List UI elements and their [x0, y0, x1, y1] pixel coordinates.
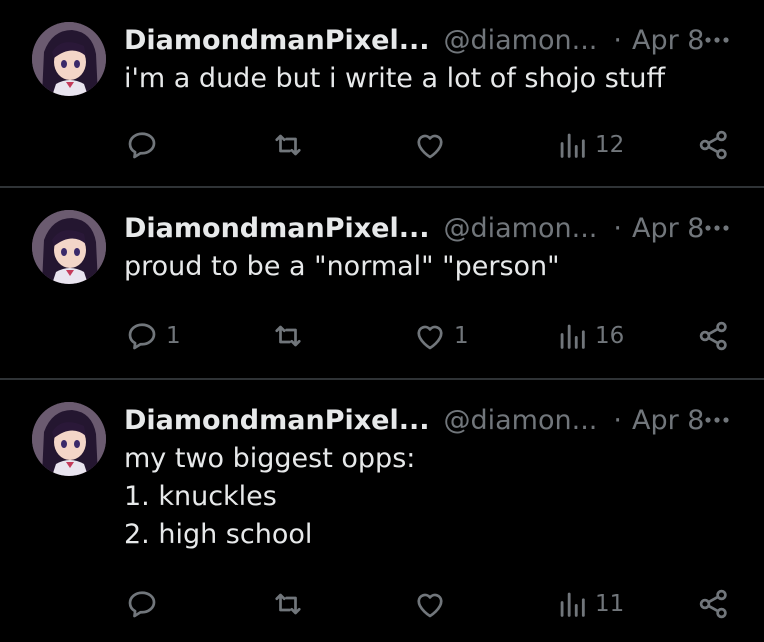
reply-icon: [124, 127, 160, 163]
reply-button[interactable]: [124, 125, 166, 165]
like-button[interactable]: [412, 584, 454, 624]
avatar[interactable]: [32, 22, 106, 96]
author-handle[interactable]: @diamon...: [444, 405, 598, 436]
separator-dot: ·: [613, 24, 622, 56]
share-icon: [696, 127, 732, 163]
share-button[interactable]: [696, 316, 732, 356]
reply-count: 1: [166, 323, 181, 349]
tweet-actions: 12: [0, 125, 764, 165]
tweet-actions: 1 1 16: [0, 316, 764, 356]
reply-icon: [124, 586, 160, 622]
views-button[interactable]: 16: [555, 316, 624, 356]
heart-icon: [412, 318, 448, 354]
tweet[interactable]: DiamondmanPixel... @diamon... · Apr 8 pr…: [0, 188, 764, 378]
separator-dot: ·: [613, 212, 622, 244]
retweet-icon: [270, 586, 306, 622]
views-chart-icon: [555, 318, 589, 354]
retweet-button[interactable]: [270, 316, 312, 356]
retweet-button[interactable]: [270, 125, 312, 165]
retweet-icon: [270, 127, 306, 163]
retweet-button[interactable]: [270, 584, 312, 624]
tweet-date[interactable]: Apr 8: [632, 25, 704, 56]
heart-icon: [412, 586, 448, 622]
tweet-text: proud to be a "normal" "person": [124, 251, 560, 282]
avatar-image: [32, 402, 106, 476]
view-count: 12: [595, 132, 625, 158]
author-name[interactable]: DiamondmanPixel...: [124, 213, 430, 244]
tweet-header: DiamondmanPixel... @diamon... · Apr 8: [124, 210, 734, 246]
author-handle[interactable]: @diamon...: [444, 213, 598, 244]
share-button[interactable]: [696, 584, 732, 624]
more-dots-icon[interactable]: [700, 402, 734, 438]
author-handle[interactable]: @diamon...: [444, 25, 598, 56]
avatar-image: [32, 22, 106, 96]
author-name[interactable]: DiamondmanPixel...: [124, 405, 430, 436]
retweet-icon: [270, 318, 306, 354]
reply-button[interactable]: 1: [124, 316, 181, 356]
tweet-date[interactable]: Apr 8: [632, 405, 704, 436]
share-icon: [696, 586, 732, 622]
share-icon: [696, 318, 732, 354]
like-button[interactable]: 1: [412, 316, 469, 356]
view-count: 11: [595, 591, 625, 617]
like-button[interactable]: [412, 125, 454, 165]
views-button[interactable]: 12: [555, 125, 624, 165]
reply-icon: [124, 318, 160, 354]
tweet-text: i'm a dude but i write a lot of shojo st…: [124, 63, 666, 94]
tweet-text: my two biggest opps: 1. knuckles 2. high…: [124, 443, 416, 550]
heart-icon: [412, 127, 448, 163]
avatar[interactable]: [32, 210, 106, 284]
tweet[interactable]: DiamondmanPixel... @diamon... · Apr 8 i'…: [0, 0, 764, 186]
tweet-actions: 11: [0, 584, 764, 624]
tweet-feed: DiamondmanPixel... @diamon... · Apr 8 i'…: [0, 0, 764, 642]
tweet-date[interactable]: Apr 8: [632, 213, 704, 244]
more-dots-icon[interactable]: [700, 210, 734, 246]
share-button[interactable]: [696, 125, 732, 165]
views-button[interactable]: 11: [555, 584, 624, 624]
views-chart-icon: [555, 127, 589, 163]
avatar-image: [32, 210, 106, 284]
views-chart-icon: [555, 586, 589, 622]
avatar[interactable]: [32, 402, 106, 476]
tweet-header: DiamondmanPixel... @diamon... · Apr 8: [124, 22, 734, 58]
tweet[interactable]: DiamondmanPixel... @diamon... · Apr 8 my…: [0, 380, 764, 642]
view-count: 16: [595, 323, 625, 349]
more-dots-icon[interactable]: [700, 22, 734, 58]
reply-button[interactable]: [124, 584, 166, 624]
like-count: 1: [454, 323, 469, 349]
tweet-header: DiamondmanPixel... @diamon... · Apr 8: [124, 402, 734, 438]
author-name[interactable]: DiamondmanPixel...: [124, 25, 430, 56]
separator-dot: ·: [613, 404, 622, 436]
